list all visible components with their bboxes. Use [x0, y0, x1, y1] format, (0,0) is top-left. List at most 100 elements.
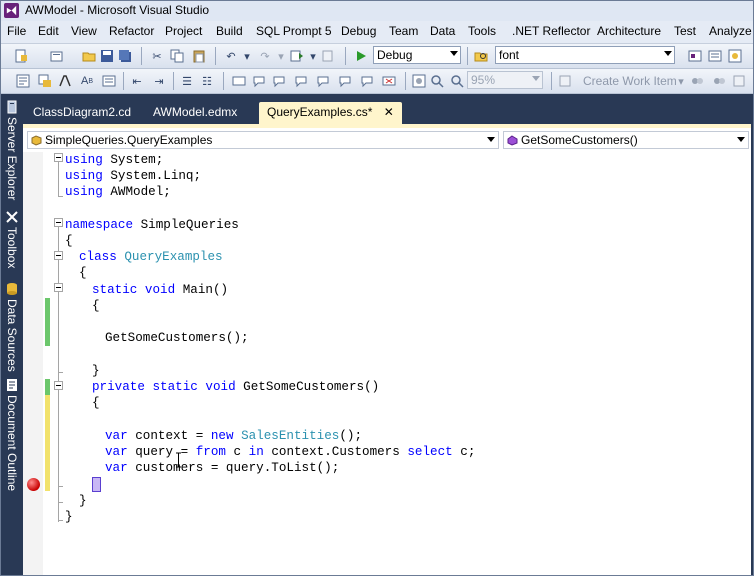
- code-line-9[interactable]: static void Main(): [92, 282, 228, 298]
- menu-project[interactable]: Project: [165, 24, 202, 38]
- object-browser-icon[interactable]: [727, 48, 743, 64]
- decrease-indent-icon[interactable]: ⇤: [129, 73, 145, 89]
- undo-icon[interactable]: ↶: [223, 48, 239, 64]
- collapse-getsomecustomers-icon[interactable]: [54, 381, 63, 390]
- type-selector[interactable]: SimpleQueries.QueryExamples: [27, 131, 499, 149]
- code-line-6[interactable]: {: [65, 233, 73, 249]
- previous-bookmark-in-document-icon[interactable]: [337, 73, 353, 89]
- solution-explorer-icon[interactable]: [687, 48, 703, 64]
- tab-queryexamples-cs[interactable]: QueryExamples.cs* ✕: [259, 102, 402, 124]
- solution-configuration-select[interactable]: Debug: [373, 46, 461, 64]
- comment-lines-icon[interactable]: ☰: [179, 73, 195, 89]
- team-link-icon[interactable]: [711, 73, 727, 89]
- menu-edit[interactable]: Edit: [38, 24, 59, 38]
- menu-refactor[interactable]: Refactor: [109, 24, 154, 38]
- new-project-icon[interactable]: [13, 48, 29, 64]
- next-bookmark-in-folder-icon[interactable]: [315, 73, 331, 89]
- code-line-22[interactable]: }: [79, 493, 87, 509]
- create-work-item-dropdown-icon[interactable]: ▾: [673, 73, 689, 89]
- cut-icon[interactable]: ✂: [149, 48, 165, 64]
- increase-indent-icon[interactable]: ⇥: [151, 73, 167, 89]
- next-bookmark-icon[interactable]: [271, 73, 287, 89]
- menu-analyze[interactable]: Analyze: [709, 24, 752, 38]
- redo-icon[interactable]: ↷: [257, 48, 273, 64]
- parameter-info-icon[interactable]: [37, 73, 53, 89]
- create-work-item-button[interactable]: Create Work Item: [583, 74, 677, 88]
- collapse-class-icon[interactable]: [54, 251, 63, 260]
- code-line-15[interactable]: private static void GetSomeCustomers(): [92, 379, 379, 395]
- tab-awmodel-edmx[interactable]: AWModel.edmx: [145, 102, 245, 124]
- collapse-main-icon[interactable]: [54, 283, 63, 292]
- team-build-icon[interactable]: [731, 73, 747, 89]
- zoom-select[interactable]: 95%: [467, 71, 543, 89]
- menu-build[interactable]: Build: [216, 24, 243, 38]
- team-query-icon[interactable]: [689, 73, 705, 89]
- close-icon[interactable]: ✕: [384, 105, 394, 119]
- save-icon[interactable]: [99, 48, 115, 64]
- navigate-backward-icon[interactable]: [289, 48, 305, 64]
- find-combo[interactable]: font: [495, 46, 675, 64]
- code-line-2[interactable]: using System.Linq;: [65, 168, 201, 184]
- previous-bookmark-in-folder-icon[interactable]: [293, 73, 309, 89]
- copy-icon[interactable]: [169, 48, 185, 64]
- start-debugging-icon[interactable]: [353, 48, 369, 64]
- code-editor[interactable]: using System; using System.Linq; using A…: [23, 152, 751, 575]
- code-line-21[interactable]: [92, 477, 101, 493]
- server-explorer-tab[interactable]: Server Explorer: [3, 100, 21, 200]
- menu-team[interactable]: Team: [389, 24, 418, 38]
- menu-sql-prompt[interactable]: SQL Prompt 5: [256, 24, 332, 38]
- properties-icon[interactable]: [707, 48, 723, 64]
- clear-bookmarks-icon[interactable]: [381, 73, 397, 89]
- collapse-namespace-icon[interactable]: [54, 218, 63, 227]
- menu-tools[interactable]: Tools: [468, 24, 496, 38]
- menu-file[interactable]: File: [7, 24, 26, 38]
- navigate-dropdown-icon[interactable]: ▾: [305, 48, 321, 64]
- code-line-7[interactable]: class QueryExamples: [79, 249, 223, 265]
- uncomment-lines-icon[interactable]: ☷: [199, 73, 215, 89]
- add-item-icon[interactable]: [49, 48, 65, 64]
- menu-test[interactable]: Test: [674, 24, 696, 38]
- zoom-out-icon[interactable]: [449, 73, 465, 89]
- toggle-breakpoint-icon[interactable]: [411, 73, 427, 89]
- complete-word-icon[interactable]: AB: [79, 73, 95, 89]
- work-item-query-icon[interactable]: [557, 73, 573, 89]
- member-selector[interactable]: GetSomeCustomers(): [503, 131, 749, 149]
- next-bookmark-in-document-icon[interactable]: [359, 73, 375, 89]
- menu-view[interactable]: View: [71, 24, 97, 38]
- redo-dropdown-icon[interactable]: ▾: [273, 48, 289, 64]
- save-all-icon[interactable]: [117, 48, 133, 64]
- breakpoint-icon[interactable]: [27, 478, 40, 491]
- undo-dropdown-icon[interactable]: ▾: [239, 48, 255, 64]
- tab-classdiagram2[interactable]: ClassDiagram2.cd: [25, 102, 139, 124]
- code-line-23[interactable]: }: [65, 509, 73, 525]
- code-line-19[interactable]: var query = from c in context.Customers …: [105, 444, 475, 460]
- navigate-forward-icon[interactable]: [321, 48, 337, 64]
- code-line-8[interactable]: {: [79, 265, 87, 281]
- menu-debug[interactable]: Debug: [341, 24, 376, 38]
- code-line-1[interactable]: using System;: [65, 152, 163, 168]
- menu-data[interactable]: Data: [430, 24, 455, 38]
- find-in-files-icon[interactable]: [473, 48, 489, 64]
- quick-info-icon[interactable]: [57, 73, 73, 89]
- toolbox-tab[interactable]: Toolbox: [3, 210, 21, 268]
- open-file-icon[interactable]: [81, 48, 97, 64]
- document-outline-tab[interactable]: Document Outline: [3, 378, 21, 491]
- code-line-5[interactable]: namespace SimpleQueries: [65, 217, 239, 233]
- code-line-14[interactable]: }: [92, 363, 100, 379]
- code-line-16[interactable]: {: [92, 395, 100, 411]
- menu-architecture[interactable]: Architecture: [597, 24, 661, 38]
- menu-net-reflector[interactable]: .NET Reflector: [512, 24, 590, 38]
- bookmark-list-icon[interactable]: [101, 73, 117, 89]
- code-line-20[interactable]: var customers = query.ToList();: [105, 460, 339, 476]
- paste-icon[interactable]: [191, 48, 207, 64]
- toggle-bookmark-icon[interactable]: [231, 73, 247, 89]
- code-line-12[interactable]: GetSomeCustomers();: [105, 330, 249, 346]
- collapse-using-icon[interactable]: [54, 153, 63, 162]
- previous-bookmark-icon[interactable]: [251, 73, 267, 89]
- indicator-margin[interactable]: [23, 152, 43, 575]
- code-line-18[interactable]: var context = new SalesEntities();: [105, 428, 362, 444]
- code-line-10[interactable]: {: [92, 298, 100, 314]
- zoom-in-icon[interactable]: [429, 73, 445, 89]
- data-sources-tab[interactable]: Data Sources: [3, 282, 21, 372]
- code-line-3[interactable]: using AWModel;: [65, 184, 171, 200]
